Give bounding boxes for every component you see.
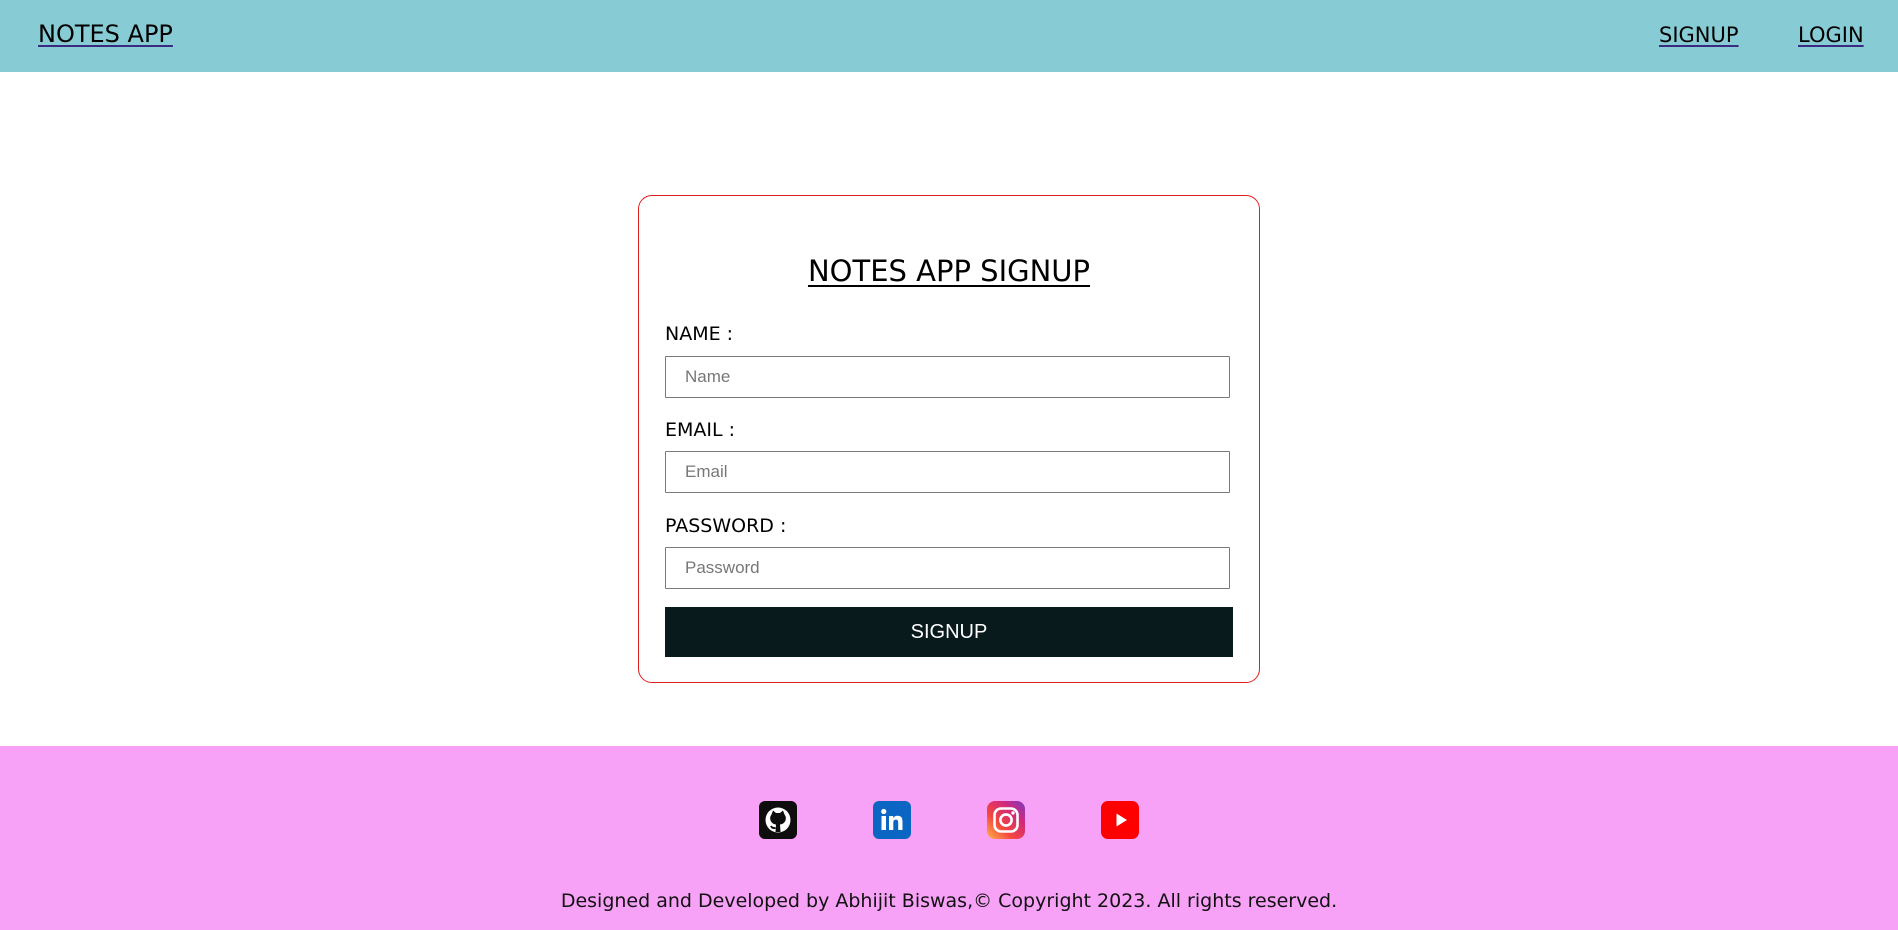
signup-button[interactable]: SIGNUP xyxy=(665,607,1233,657)
email-label: EMAIL : xyxy=(665,419,736,441)
instagram-icon[interactable] xyxy=(987,801,1025,839)
copyright-text: Designed and Developed by Abhijit Biswas… xyxy=(560,890,1338,912)
github-icon[interactable] xyxy=(759,801,797,839)
email-input[interactable] xyxy=(665,451,1230,493)
youtube-icon[interactable] xyxy=(1101,801,1139,839)
nav-login-link[interactable]: LOGIN xyxy=(1798,23,1864,47)
nav-signup-link[interactable]: SIGNUP xyxy=(1659,23,1739,47)
password-label: PASSWORD : xyxy=(665,515,787,537)
top-navbar: NOTES APP SIGNUP LOGIN xyxy=(0,0,1898,72)
signup-card: NOTES APP SIGNUP NAME : EMAIL : PASSWORD… xyxy=(638,195,1260,683)
password-input[interactable] xyxy=(665,547,1230,589)
signup-title: NOTES APP SIGNUP xyxy=(807,254,1091,288)
name-input[interactable] xyxy=(665,356,1230,398)
linkedin-icon[interactable] xyxy=(873,801,911,839)
brand-link[interactable]: NOTES APP xyxy=(38,20,173,48)
name-label: NAME : xyxy=(665,323,734,345)
footer: Designed and Developed by Abhijit Biswas… xyxy=(0,746,1898,930)
